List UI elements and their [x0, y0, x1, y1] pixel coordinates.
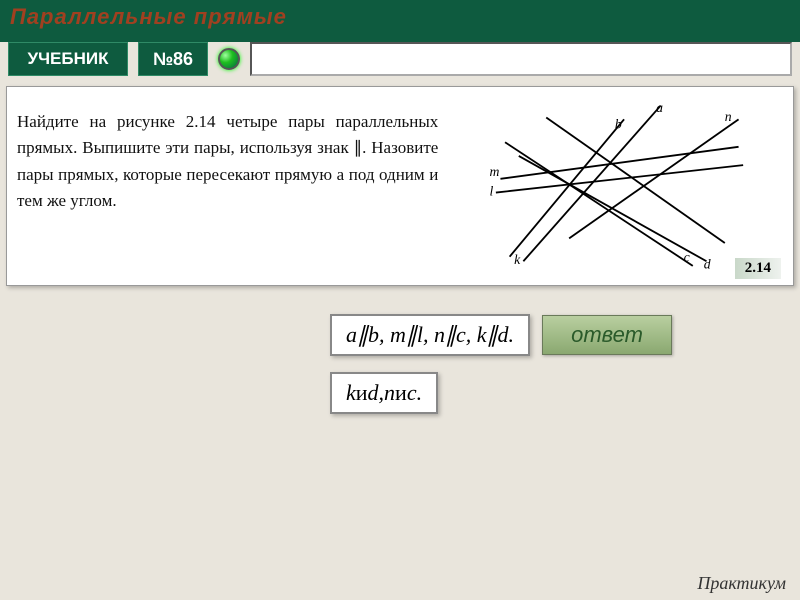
answers-block: a∥b, m∥l, n∥c, k∥d. ответ k и d, n и c. [0, 314, 800, 414]
svg-text:b: b [615, 116, 622, 131]
problem-panel: Найдите на рисунке 2.14 четыре пары пара… [6, 86, 794, 286]
status-orb-icon[interactable] [218, 48, 240, 70]
textbook-chip[interactable]: УЧЕБНИК [8, 42, 128, 76]
toolbar: УЧЕБНИК №86 [0, 40, 800, 86]
svg-text:d: d [704, 257, 711, 272]
svg-text:k: k [514, 252, 521, 267]
svg-text:n: n [725, 109, 732, 124]
search-input[interactable] [250, 42, 792, 76]
footer-label: Практикум [697, 573, 786, 594]
figure-label: 2.14 [735, 258, 781, 279]
answer-line-1: a∥b, m∥l, n∥c, k∥d. [330, 314, 530, 356]
svg-text:c: c [684, 249, 690, 264]
svg-text:a: a [656, 101, 663, 115]
answer-button[interactable]: ответ [542, 315, 672, 355]
header-bar: Параллельные прямые [0, 0, 800, 42]
figure-2-14: a b m l n k c d 2.14 [438, 101, 783, 275]
problem-text: Найдите на рисунке 2.14 четыре пары пара… [17, 101, 438, 275]
lines-diagram-icon: a b m l n k c d [438, 101, 783, 275]
answer-line-2: k и d, n и c. [330, 372, 438, 414]
svg-text:l: l [490, 183, 494, 198]
page-title: Параллельные прямые [10, 4, 287, 29]
problem-number-chip[interactable]: №86 [138, 42, 208, 76]
svg-text:m: m [490, 164, 500, 179]
